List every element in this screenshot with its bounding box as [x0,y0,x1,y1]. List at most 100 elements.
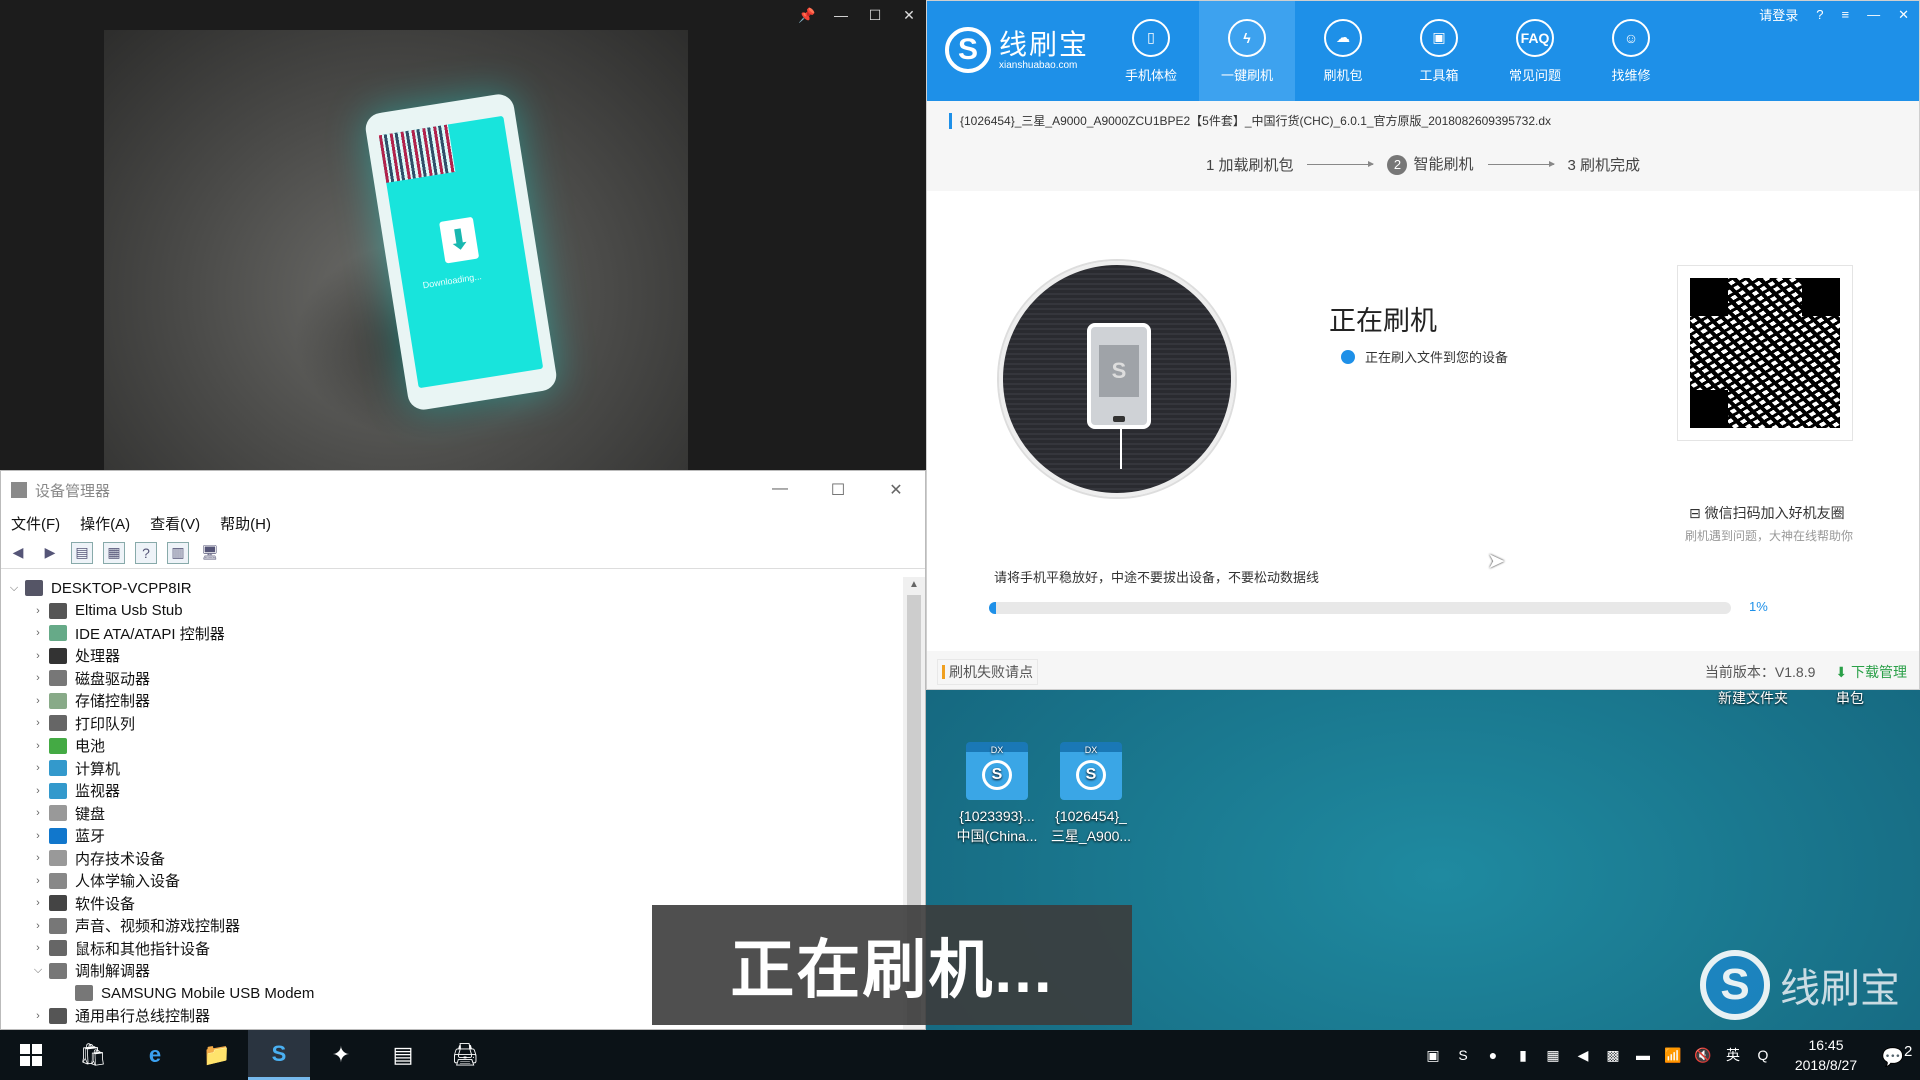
properties-icon[interactable]: ▤ [71,541,93,564]
pin-icon[interactable]: 📌 [790,7,824,24]
app-icon[interactable]: ✦ [310,1030,372,1080]
xianshuabao-taskbar-icon[interactable]: S [248,1030,310,1080]
expand-arrow-icon[interactable]: › [31,740,45,752]
tray-icon[interactable]: Q [1748,1047,1778,1063]
maximize-button[interactable]: ☐ [858,7,892,24]
tree-root[interactable]: ⌵ DESKTOP-VCPP8IR [1,577,905,600]
expand-arrow-icon[interactable]: › [31,1010,45,1022]
nav-item[interactable]: ▯ 手机体检 [1103,1,1199,101]
dm-minimize-button[interactable]: — [751,480,809,500]
tree-item[interactable]: › 处理器 [1,645,905,668]
nav-item[interactable]: ▣ 工具箱 [1391,1,1487,101]
phone-download-text: Downloading... [421,271,483,291]
file-explorer-icon[interactable]: 📁 [186,1030,248,1080]
expand-arrow-icon[interactable]: › [31,695,45,707]
tree-item[interactable]: › 计算机 [1,757,905,780]
tray-icon[interactable]: ▩ [1598,1047,1628,1064]
menu-file[interactable]: 文件(F) [11,513,60,534]
help-icon[interactable]: ? [1816,7,1823,22]
expand-arrow-icon[interactable]: › [31,920,45,932]
device-category-icon [49,737,67,754]
nav-item[interactable]: ϟ 一键刷机 [1199,1,1295,101]
nav-item[interactable]: FAQ 常见问题 [1487,1,1583,101]
login-link[interactable]: 请登录 [1759,5,1798,24]
start-button[interactable] [0,1030,62,1080]
expand-arrow-icon[interactable]: › [31,942,45,954]
tray-icon[interactable]: 英 [1718,1045,1748,1065]
device-manager-taskbar-icon[interactable]: ▤ [372,1030,434,1080]
expand-arrow-icon[interactable]: › [31,672,45,684]
device-category-icon [49,692,67,709]
tray-icon[interactable]: ▬ [1628,1047,1658,1063]
edge-icon[interactable]: e [124,1030,186,1080]
expand-arrow-icon[interactable]: › [31,717,45,729]
clock[interactable]: 16:45 2018/8/27 [1778,1035,1874,1075]
tree-item[interactable]: › Eltima Usb Stub [1,600,905,623]
scan-hardware-icon[interactable]: 🖥 [199,542,221,564]
ft-close-button[interactable]: ✕ [1898,7,1909,23]
nav-item[interactable]: ☺ 找维修 [1583,1,1679,101]
expand-arrow-icon[interactable]: › [31,807,45,819]
flash-tool-header: S 线刷宝 xianshuabao.com ▯ 手机体检 ϟ 一键刷机 ☁ 刷机包 ▣ 工具箱… [927,1,1919,101]
expand-arrow-icon[interactable]: › [31,897,45,909]
expand-arrow-icon[interactable]: › [31,830,45,842]
close-button[interactable]: ✕ [892,7,926,24]
desktop-label-package[interactable]: 串包 [1836,688,1864,708]
device-category-icon [49,827,67,844]
tray-icon[interactable]: ▮ [1508,1047,1538,1064]
download-manager-link[interactable]: ⬇ 下载管理 [1835,662,1907,682]
expand-arrow-icon[interactable]: › [31,785,45,797]
tree-item[interactable]: › 存储控制器 [1,690,905,713]
menu-help[interactable]: 帮助(H) [220,513,271,534]
tray-icon[interactable]: ● [1478,1047,1508,1063]
tree-item[interactable]: › 人体学输入设备 [1,870,905,893]
flash-tool-logo: S 线刷宝 xianshuabao.com [945,27,1089,73]
nav-item[interactable]: ☁ 刷机包 [1295,1,1391,101]
expand-arrow-icon[interactable]: › [31,762,45,774]
show-hide-icon[interactable]: ▦ [103,541,125,564]
store-icon[interactable]: 🛍 [62,1030,124,1080]
tree-item[interactable]: › 键盘 [1,802,905,825]
expand-arrow-icon[interactable]: › [31,875,45,887]
tree-item-label: 键盘 [75,805,106,823]
tree-item[interactable]: › 打印队列 [1,712,905,735]
dm-maximize-button[interactable]: ☐ [809,480,867,500]
tray-icon[interactable]: 📶 [1658,1047,1688,1064]
tree-item[interactable]: › 蓝牙 [1,825,905,848]
expand-arrow-icon[interactable]: › [31,627,45,639]
watermark-text: 线刷宝 [1780,967,1900,1011]
menu-action[interactable]: 操作(A) [80,513,130,534]
scroll-up-arrow-icon[interactable]: ▲ [903,579,925,590]
desktop-file-icon[interactable]: DX S {1026454}_ 三星_A900... [1044,742,1138,846]
menu-icon[interactable]: ≡ [1842,7,1850,22]
tree-item[interactable]: › 内存技术设备 [1,847,905,870]
ft-minimize-button[interactable]: — [1867,7,1880,22]
desktop-file-icon[interactable]: DX S {1023393}... 中国(China... [950,742,1044,846]
expand-arrow-icon[interactable]: › [31,605,45,617]
expand-arrow-icon[interactable]: › [31,650,45,662]
update-driver-icon[interactable]: ▥ [167,541,189,564]
printer-taskbar-icon[interactable]: 🖨 [434,1030,496,1080]
dm-close-button[interactable]: ✕ [867,480,925,500]
tree-item[interactable]: › IDE ATA/ATAPI 控制器 [1,622,905,645]
tree-item[interactable]: › 监视器 [1,780,905,803]
tree-item[interactable]: › 磁盘驱动器 [1,667,905,690]
back-arrow-icon[interactable]: ◀ [7,542,29,564]
tray-icon[interactable]: ▦ [1538,1047,1568,1064]
tray-icon[interactable]: ◀ [1568,1047,1598,1064]
flash-warning: 请将手机平稳放好，中途不要拔出设备，不要松动数据线 [994,570,1320,585]
notification-icon[interactable]: 💬2 [1874,1043,1920,1068]
collapse-arrow-icon[interactable]: ⌵ [31,964,45,977]
menu-view[interactable]: 查看(V) [150,513,200,534]
expand-arrow-icon[interactable]: › [31,852,45,864]
desktop-label-new-folder[interactable]: 新建文件夹 [1718,688,1788,708]
tray-icon[interactable]: ▣ [1418,1047,1448,1064]
tray-icon[interactable]: 🔇 [1688,1047,1718,1064]
forward-arrow-icon[interactable]: ▶ [39,542,61,564]
minimize-button[interactable]: — [824,7,858,23]
tree-item[interactable]: › 电池 [1,735,905,758]
help-icon[interactable]: ? [135,541,157,564]
flash-fail-link[interactable]: 刷机失败请点 [937,659,1038,685]
collapse-arrow-icon[interactable]: ⌵ [7,582,21,595]
tray-icon[interactable]: S [1448,1047,1478,1063]
